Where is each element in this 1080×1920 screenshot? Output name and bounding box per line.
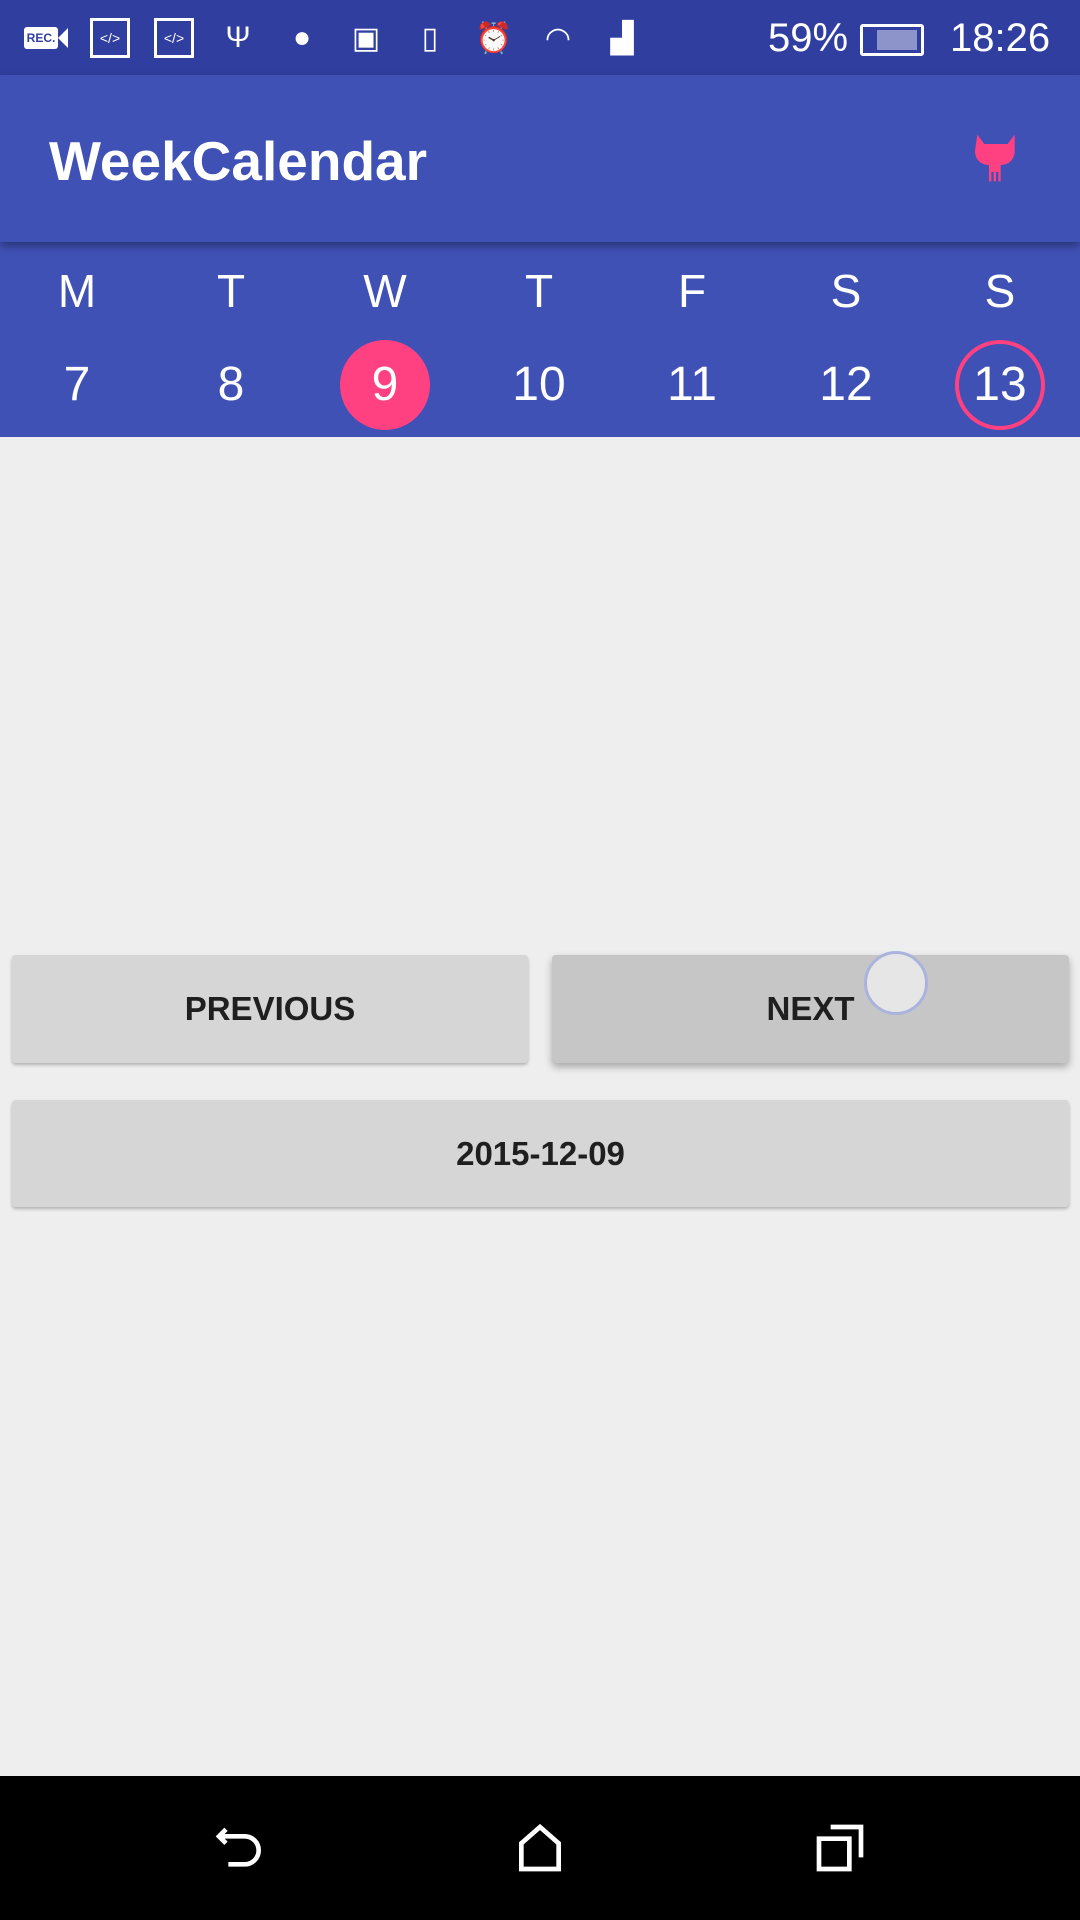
day-letter: T <box>216 265 246 317</box>
battery-icon <box>860 24 924 56</box>
selected-day-number[interactable]: 9 <box>340 340 430 430</box>
vibrate-icon: ▯ <box>421 21 439 55</box>
day-number[interactable]: 8 <box>186 340 276 430</box>
cast-icon: ▣ <box>351 21 381 55</box>
day-letter: S <box>984 265 1016 317</box>
previous-button[interactable]: PREVIOUS <box>12 955 528 1063</box>
previous-label: PREVIOUS <box>184 990 356 1027</box>
day-number[interactable]: 7 <box>32 340 122 430</box>
week-calendar: M 7 T 8 W 9 T 10 F 11 S 12 S 13 <box>0 242 1080 437</box>
today-day-number[interactable]: 13 <box>955 340 1045 430</box>
date-button[interactable]: 2015-12-09 <box>12 1100 1069 1207</box>
touch-indicator <box>864 951 928 1015</box>
day-letter: W <box>363 265 407 317</box>
next-label: NEXT <box>766 990 855 1027</box>
day-letter: S <box>830 265 862 317</box>
day-number[interactable]: 11 <box>647 340 737 430</box>
app-title: WeekCalendar <box>49 130 428 192</box>
day-number[interactable]: 12 <box>801 340 891 430</box>
wifi-icon: ◠ <box>544 21 572 55</box>
status-bar: REC. </> </> Ψ ● ▣ ▯ ⏰ ◠ ▟ 59% 18:26 <box>0 0 1080 75</box>
day-number[interactable]: 10 <box>494 340 584 430</box>
rec-icon: REC. <box>23 16 69 60</box>
battery-percent: 59% <box>768 16 849 60</box>
day-letter: M <box>57 265 97 317</box>
github-icon[interactable] <box>968 130 1024 186</box>
date-label: 2015-12-09 <box>456 1134 625 1172</box>
back-icon[interactable] <box>212 1820 268 1876</box>
clock: 18:26 <box>950 16 1051 60</box>
android-icon: ● <box>292 21 312 54</box>
usb-icon: Ψ <box>225 21 251 54</box>
signal-icon: ▟ <box>610 21 634 55</box>
alarm-icon: ⏰ <box>475 21 513 55</box>
day-letter: F <box>677 265 707 317</box>
code-icon: </> <box>88 16 132 60</box>
navigation-bar <box>0 1776 1080 1920</box>
recents-icon[interactable] <box>812 1820 868 1876</box>
day-letter: T <box>524 265 554 317</box>
home-icon[interactable] <box>512 1820 568 1876</box>
code-icon: </> <box>152 16 196 60</box>
next-button[interactable]: NEXT <box>552 951 1069 1063</box>
app-bar: WeekCalendar <box>0 75 1080 242</box>
